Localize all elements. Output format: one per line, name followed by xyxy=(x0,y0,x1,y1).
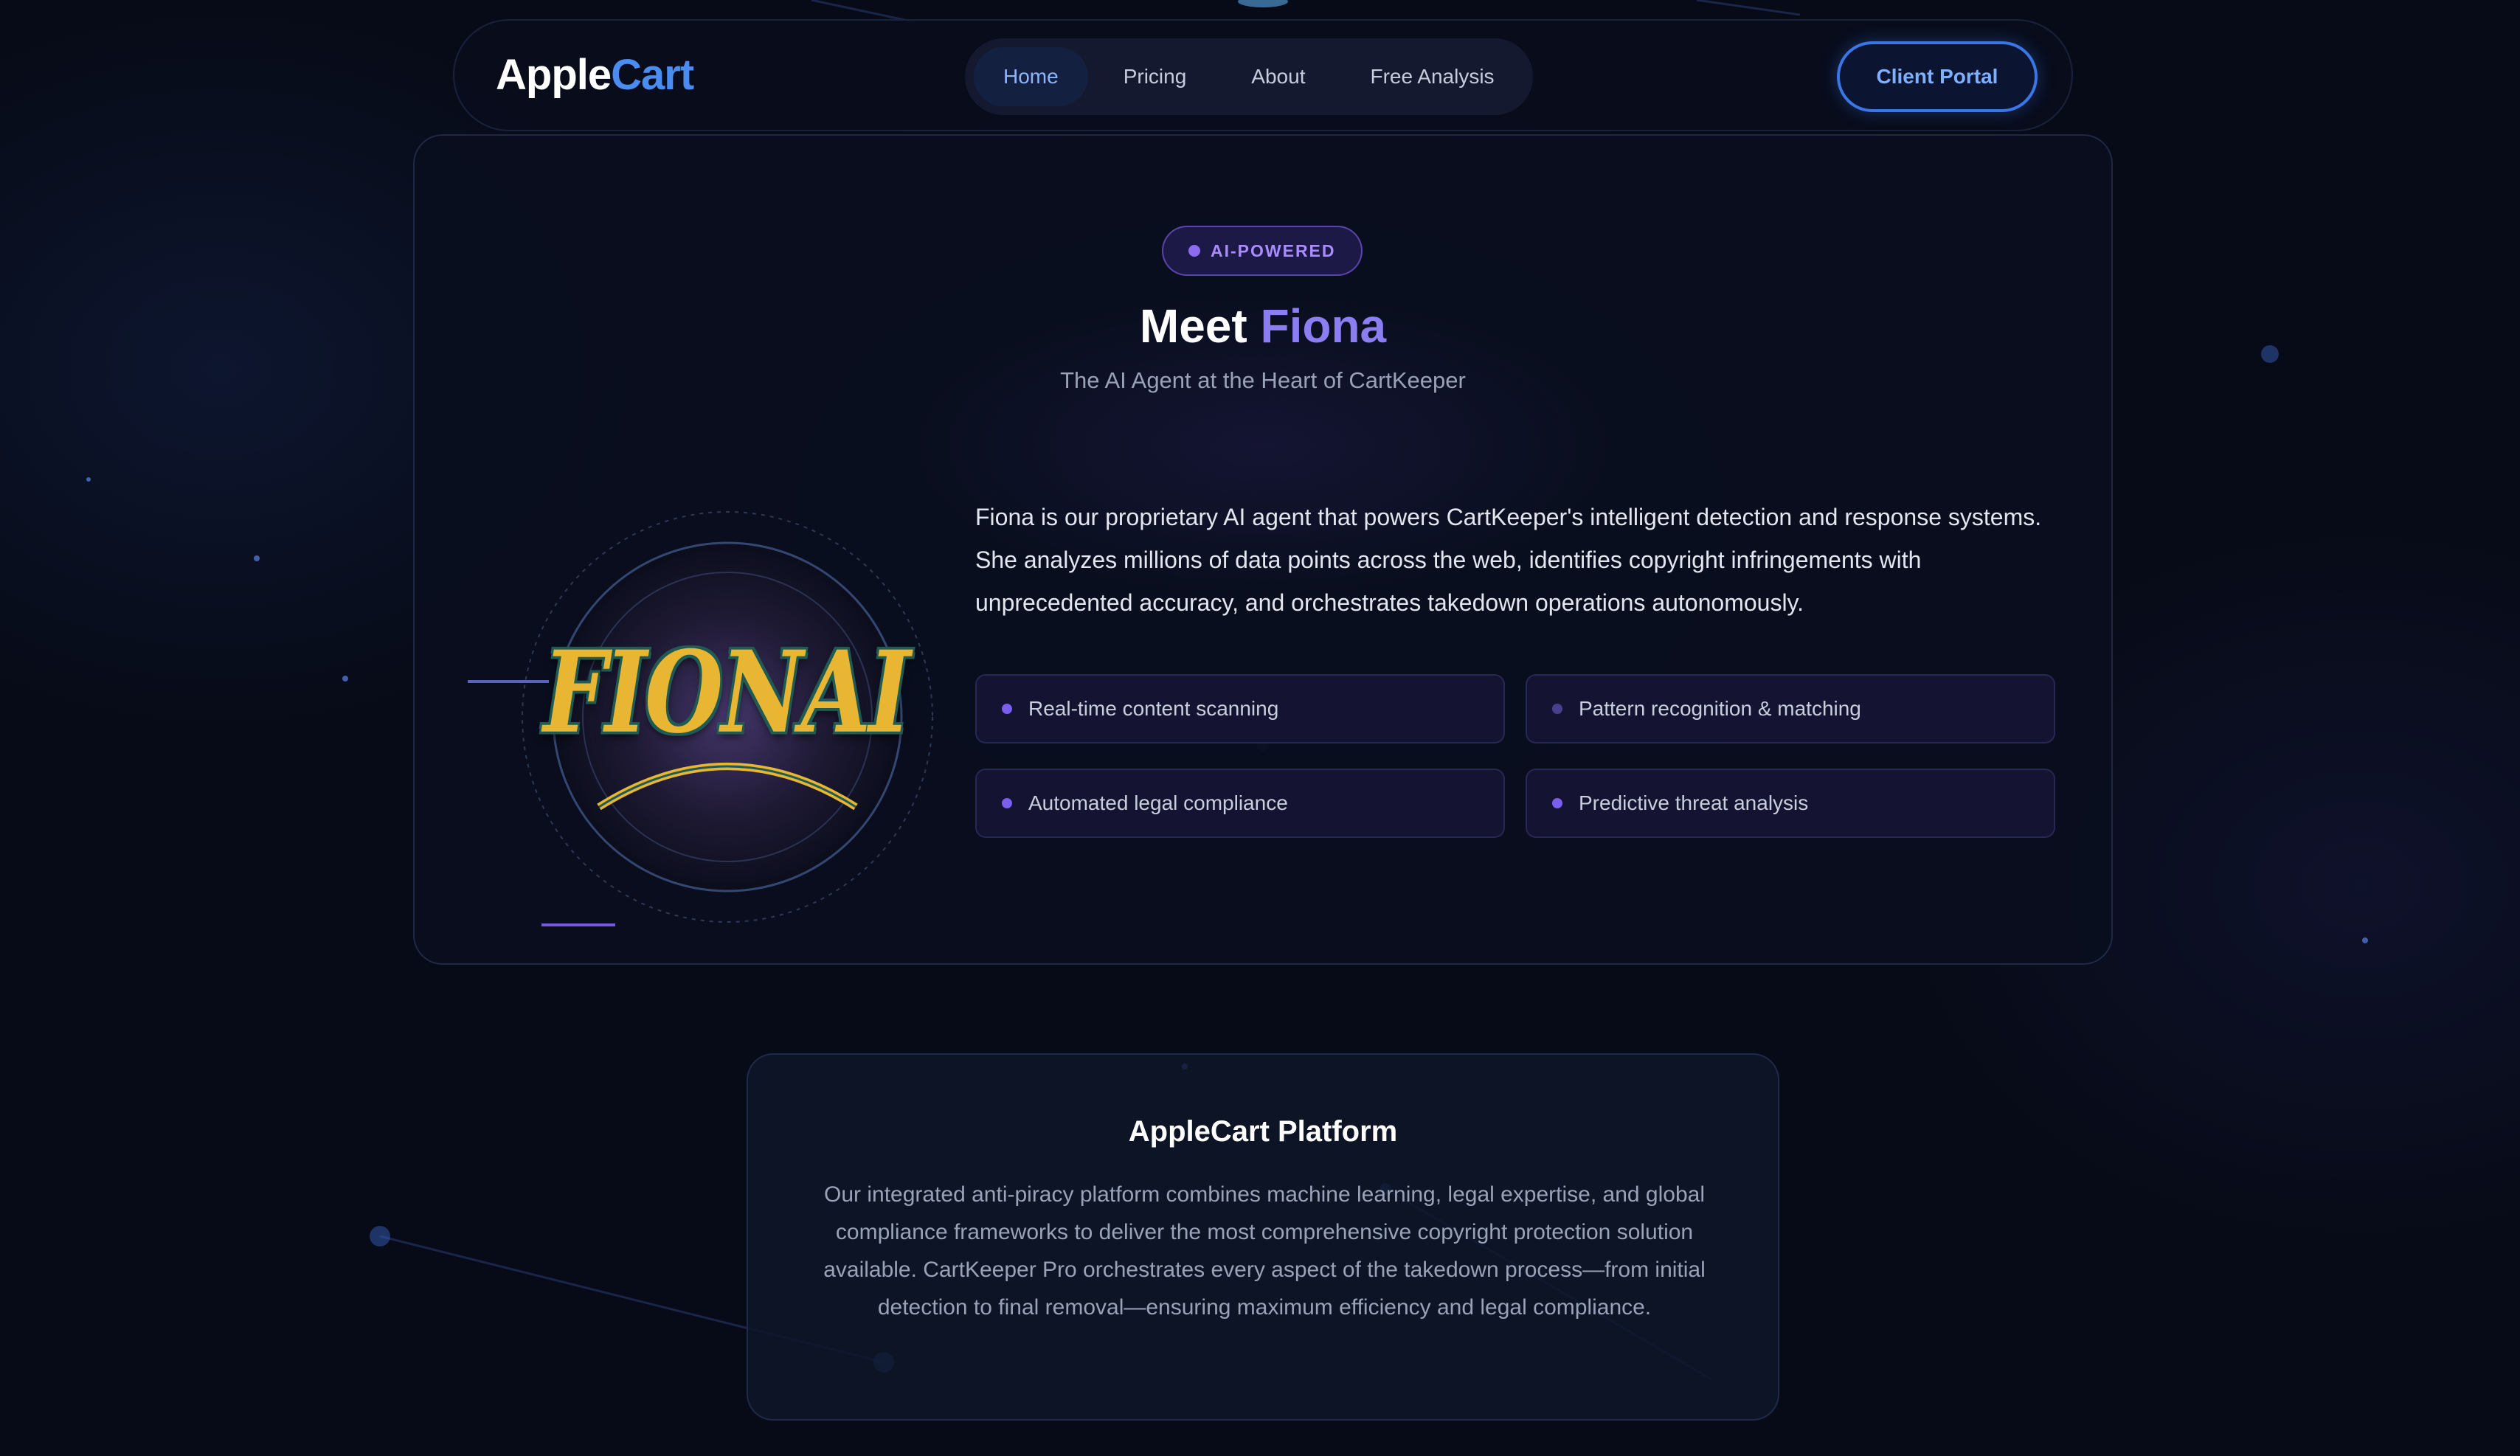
badge-label: AI-POWERED xyxy=(1211,240,1336,260)
ai-powered-badge: AI-POWERED xyxy=(1162,226,1363,276)
feature-bullet-icon xyxy=(1552,704,1562,714)
feature-bullet-icon xyxy=(1002,798,1012,808)
feature-label: Predictive threat analysis xyxy=(1579,791,1809,814)
meet-fiona-card: AI-POWERED Meet Fiona The AI Agent at th… xyxy=(413,134,2113,965)
feature-list: Real-time content scanning Pattern recog… xyxy=(975,674,2055,838)
fiona-logo-emblem: FIONAI xyxy=(468,460,984,977)
platform-description: Our integrated anti-piracy platform comb… xyxy=(823,1182,1706,1320)
feature-label: Pattern recognition & matching xyxy=(1579,697,1861,720)
feature-label: Automated legal compliance xyxy=(1028,791,1288,814)
applecart-logo[interactable]: AppleCart xyxy=(496,49,694,102)
feature-item: Real-time content scanning xyxy=(975,674,1505,743)
fiona-logo-text: FIONAI xyxy=(543,625,910,758)
feature-item: Pattern recognition & matching xyxy=(1526,674,2055,743)
feature-bullet-icon xyxy=(1552,798,1562,808)
applecart-platform-card: AppleCart Platform Our integrated anti-p… xyxy=(747,1053,1779,1421)
hero-subtitle: The AI Agent at the Heart of CartKeeper xyxy=(1060,367,1466,393)
nav-link-home[interactable]: Home xyxy=(974,47,1088,106)
top-navigation: AppleCart Home Pricing About Free Analys… xyxy=(453,19,2073,131)
platform-title: AppleCart Platform xyxy=(1128,1115,1398,1148)
fiona-description: Fiona is our proprietary AI agent that p… xyxy=(975,504,2042,616)
hero-title-meet: Meet xyxy=(1139,299,1247,353)
nav-link-free-analysis[interactable]: Free Analysis xyxy=(1340,47,1523,106)
client-portal-button[interactable]: Client Portal xyxy=(1837,41,2038,112)
nav-links: Home Pricing About Free Analysis xyxy=(965,38,1533,115)
hero-title-fiona: Fiona xyxy=(1260,299,1387,353)
feature-label: Real-time content scanning xyxy=(1028,697,1279,720)
logo-text-cart: Cart xyxy=(611,51,694,99)
hero-title: Meet Fiona xyxy=(415,297,2111,356)
nav-link-about[interactable]: About xyxy=(1222,47,1335,106)
logo-text-apple: Apple xyxy=(496,51,612,99)
feature-item: Automated legal compliance xyxy=(975,769,1505,838)
nav-link-pricing[interactable]: Pricing xyxy=(1094,47,1216,106)
feature-bullet-icon xyxy=(1002,704,1012,714)
page: AppleCart Home Pricing About Free Analys… xyxy=(0,0,2520,1456)
badge-dot-icon xyxy=(1188,245,1200,257)
feature-item: Predictive threat analysis xyxy=(1526,769,2055,838)
